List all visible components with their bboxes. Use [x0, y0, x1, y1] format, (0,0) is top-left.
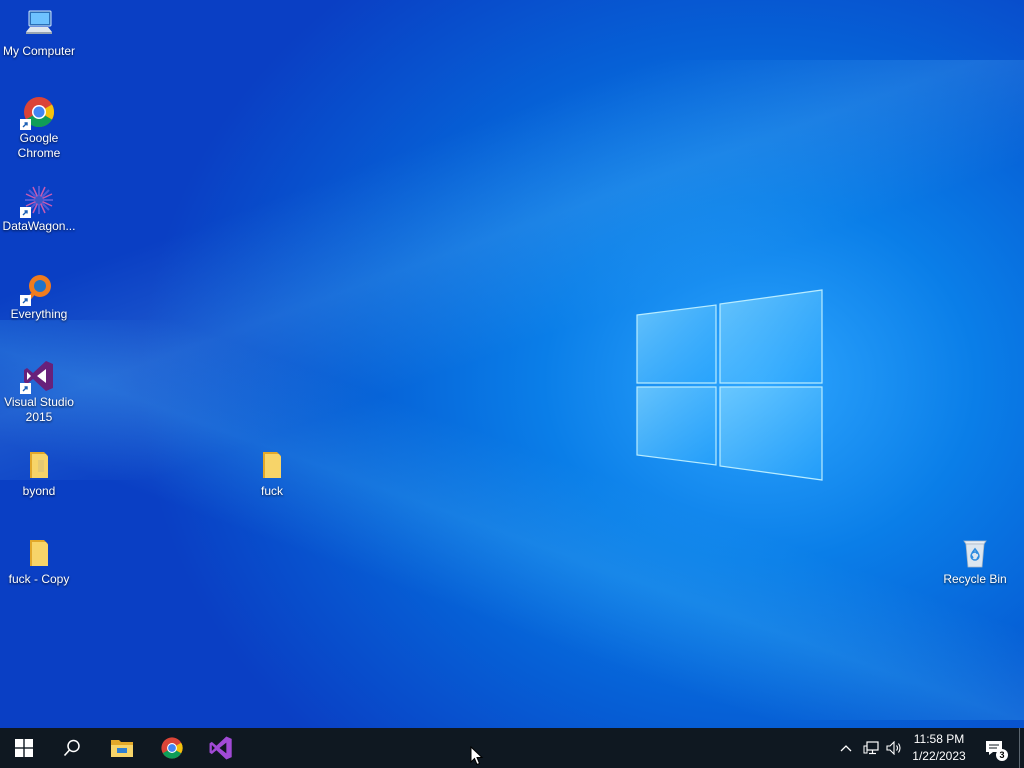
- taskbar-search-button[interactable]: [48, 728, 96, 768]
- chrome-icon: [20, 95, 56, 130]
- speaker-icon: [886, 741, 901, 755]
- shortcut-arrow-icon: [20, 119, 31, 130]
- taskbar-file-explorer[interactable]: [98, 728, 146, 768]
- desktop-icon-fuck-copy[interactable]: fuck - Copy: [0, 536, 78, 587]
- show-desktop-button[interactable]: [1019, 728, 1024, 768]
- folder-icon: [255, 448, 289, 482]
- recycle-bin-icon: [958, 536, 992, 570]
- mouse-cursor-icon: [470, 746, 484, 766]
- desktop-icon-label: My Computer: [2, 44, 76, 58]
- desktop-icon-recycle-bin[interactable]: Recycle Bin: [936, 536, 1014, 587]
- volume-button[interactable]: [883, 728, 905, 768]
- desktop-icon-label: fuck: [260, 484, 283, 498]
- network-icon: [863, 741, 879, 755]
- shortcut-arrow-icon: [20, 383, 31, 394]
- visual-studio-icon: [20, 359, 56, 394]
- clock[interactable]: 11:58 PM 1/22/2023: [906, 731, 972, 765]
- computer-icon: [22, 8, 56, 42]
- desktop-icon-label: DataWagon...: [2, 219, 76, 233]
- everything-search-icon: [20, 271, 56, 306]
- desktop-icon-label: byond: [22, 484, 56, 498]
- folder-icon: [22, 536, 56, 570]
- file-explorer-icon: [111, 740, 133, 757]
- start-button[interactable]: [0, 728, 48, 768]
- desktop-icon-label: Recycle Bin: [943, 572, 1007, 586]
- desktop-icon-datawagon[interactable]: DataWagon...: [0, 183, 78, 234]
- shortcut-arrow-icon: [20, 207, 31, 218]
- desktop-icon-label: Visual Studio 2015: [4, 395, 74, 424]
- datawagon-icon: [20, 183, 56, 218]
- desktop-icon-label: fuck - Copy: [8, 572, 70, 586]
- taskbar-visual-studio[interactable]: [197, 728, 245, 768]
- light-beam-upper: [0, 60, 1024, 480]
- folder-icon: [22, 448, 56, 482]
- windows-start-icon: [15, 739, 33, 757]
- light-beam-lower: [0, 320, 1024, 720]
- desktop-icon-byond[interactable]: byond: [0, 448, 78, 499]
- chevron-up-icon: [840, 745, 852, 752]
- desktop-icon-everything[interactable]: Everything: [0, 271, 78, 322]
- action-center-button[interactable]: 3: [978, 728, 1010, 768]
- taskbar: 11:58 PM 1/22/2023 3: [0, 728, 1024, 768]
- visual-studio-icon: [209, 736, 232, 760]
- network-button[interactable]: [860, 728, 882, 768]
- desktop-icon-visual-studio-2015[interactable]: Visual Studio 2015: [0, 359, 78, 425]
- desktop-icon-google-chrome[interactable]: Google Chrome: [0, 95, 78, 161]
- clock-time: 11:58 PM: [913, 732, 965, 746]
- desktop-icon-label: Google Chrome: [17, 131, 61, 160]
- show-hidden-icons-button[interactable]: [836, 728, 856, 768]
- notification-count-badge: 3: [996, 749, 1008, 761]
- desktop-icon-my-computer[interactable]: My Computer: [0, 8, 78, 59]
- search-icon: [63, 739, 80, 757]
- desktop[interactable]: My Computer Google Chrome DataWagon... E…: [0, 0, 1024, 728]
- shortcut-arrow-icon: [20, 295, 31, 306]
- windows-logo-wallpaper: [636, 289, 823, 481]
- taskbar-chrome[interactable]: [148, 728, 196, 768]
- chrome-icon: [161, 737, 183, 759]
- clock-date: 1/22/2023: [912, 749, 966, 763]
- desktop-icon-label: Everything: [10, 307, 68, 321]
- desktop-icon-fuck[interactable]: fuck: [233, 448, 311, 499]
